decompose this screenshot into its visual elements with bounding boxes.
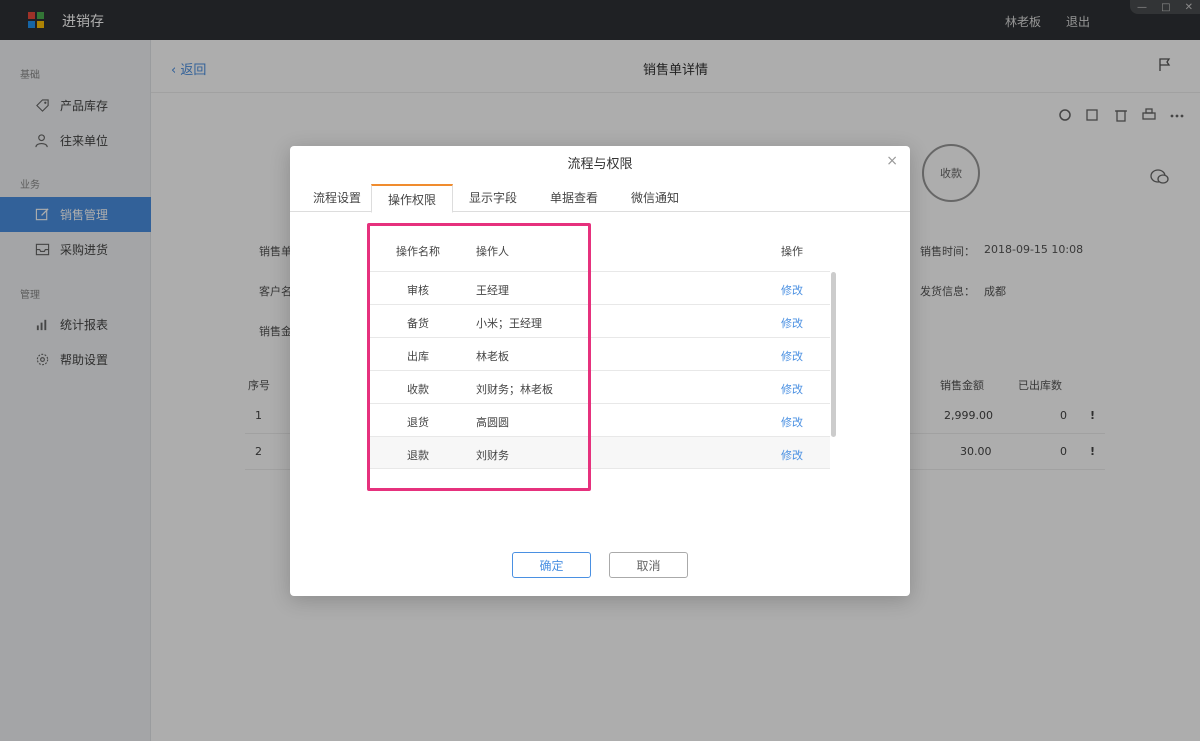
table-scrollbar[interactable] — [831, 272, 836, 437]
cancel-button[interactable]: 取消 — [609, 552, 688, 578]
column-action: 操作 — [781, 245, 803, 258]
tab-wechat-notify[interactable]: 微信通知 — [615, 184, 695, 212]
tab-display-fields[interactable]: 显示字段 — [453, 184, 533, 212]
edit-link[interactable]: 修改 — [781, 315, 803, 331]
tab-operation-permissions[interactable]: 操作权限 — [371, 184, 453, 213]
edit-link[interactable]: 修改 — [781, 282, 803, 298]
edit-link[interactable]: 修改 — [781, 447, 803, 463]
edit-link[interactable]: 修改 — [781, 381, 803, 397]
close-icon[interactable]: × — [886, 153, 898, 169]
tab-process-settings[interactable]: 流程设置 — [298, 184, 376, 212]
edit-link[interactable]: 修改 — [781, 348, 803, 364]
highlight-box — [367, 223, 591, 491]
confirm-button[interactable]: 确定 — [512, 552, 591, 578]
tab-document-view[interactable]: 单据查看 — [534, 184, 614, 212]
edit-link[interactable]: 修改 — [781, 414, 803, 430]
permissions-dialog: 流程与权限 × 流程设置 操作权限 显示字段 单据查看 微信通知 操作名称 操作… — [290, 146, 910, 596]
dialog-tabs: 流程设置 操作权限 显示字段 单据查看 微信通知 — [290, 184, 910, 213]
dialog-title: 流程与权限 — [567, 157, 633, 172]
